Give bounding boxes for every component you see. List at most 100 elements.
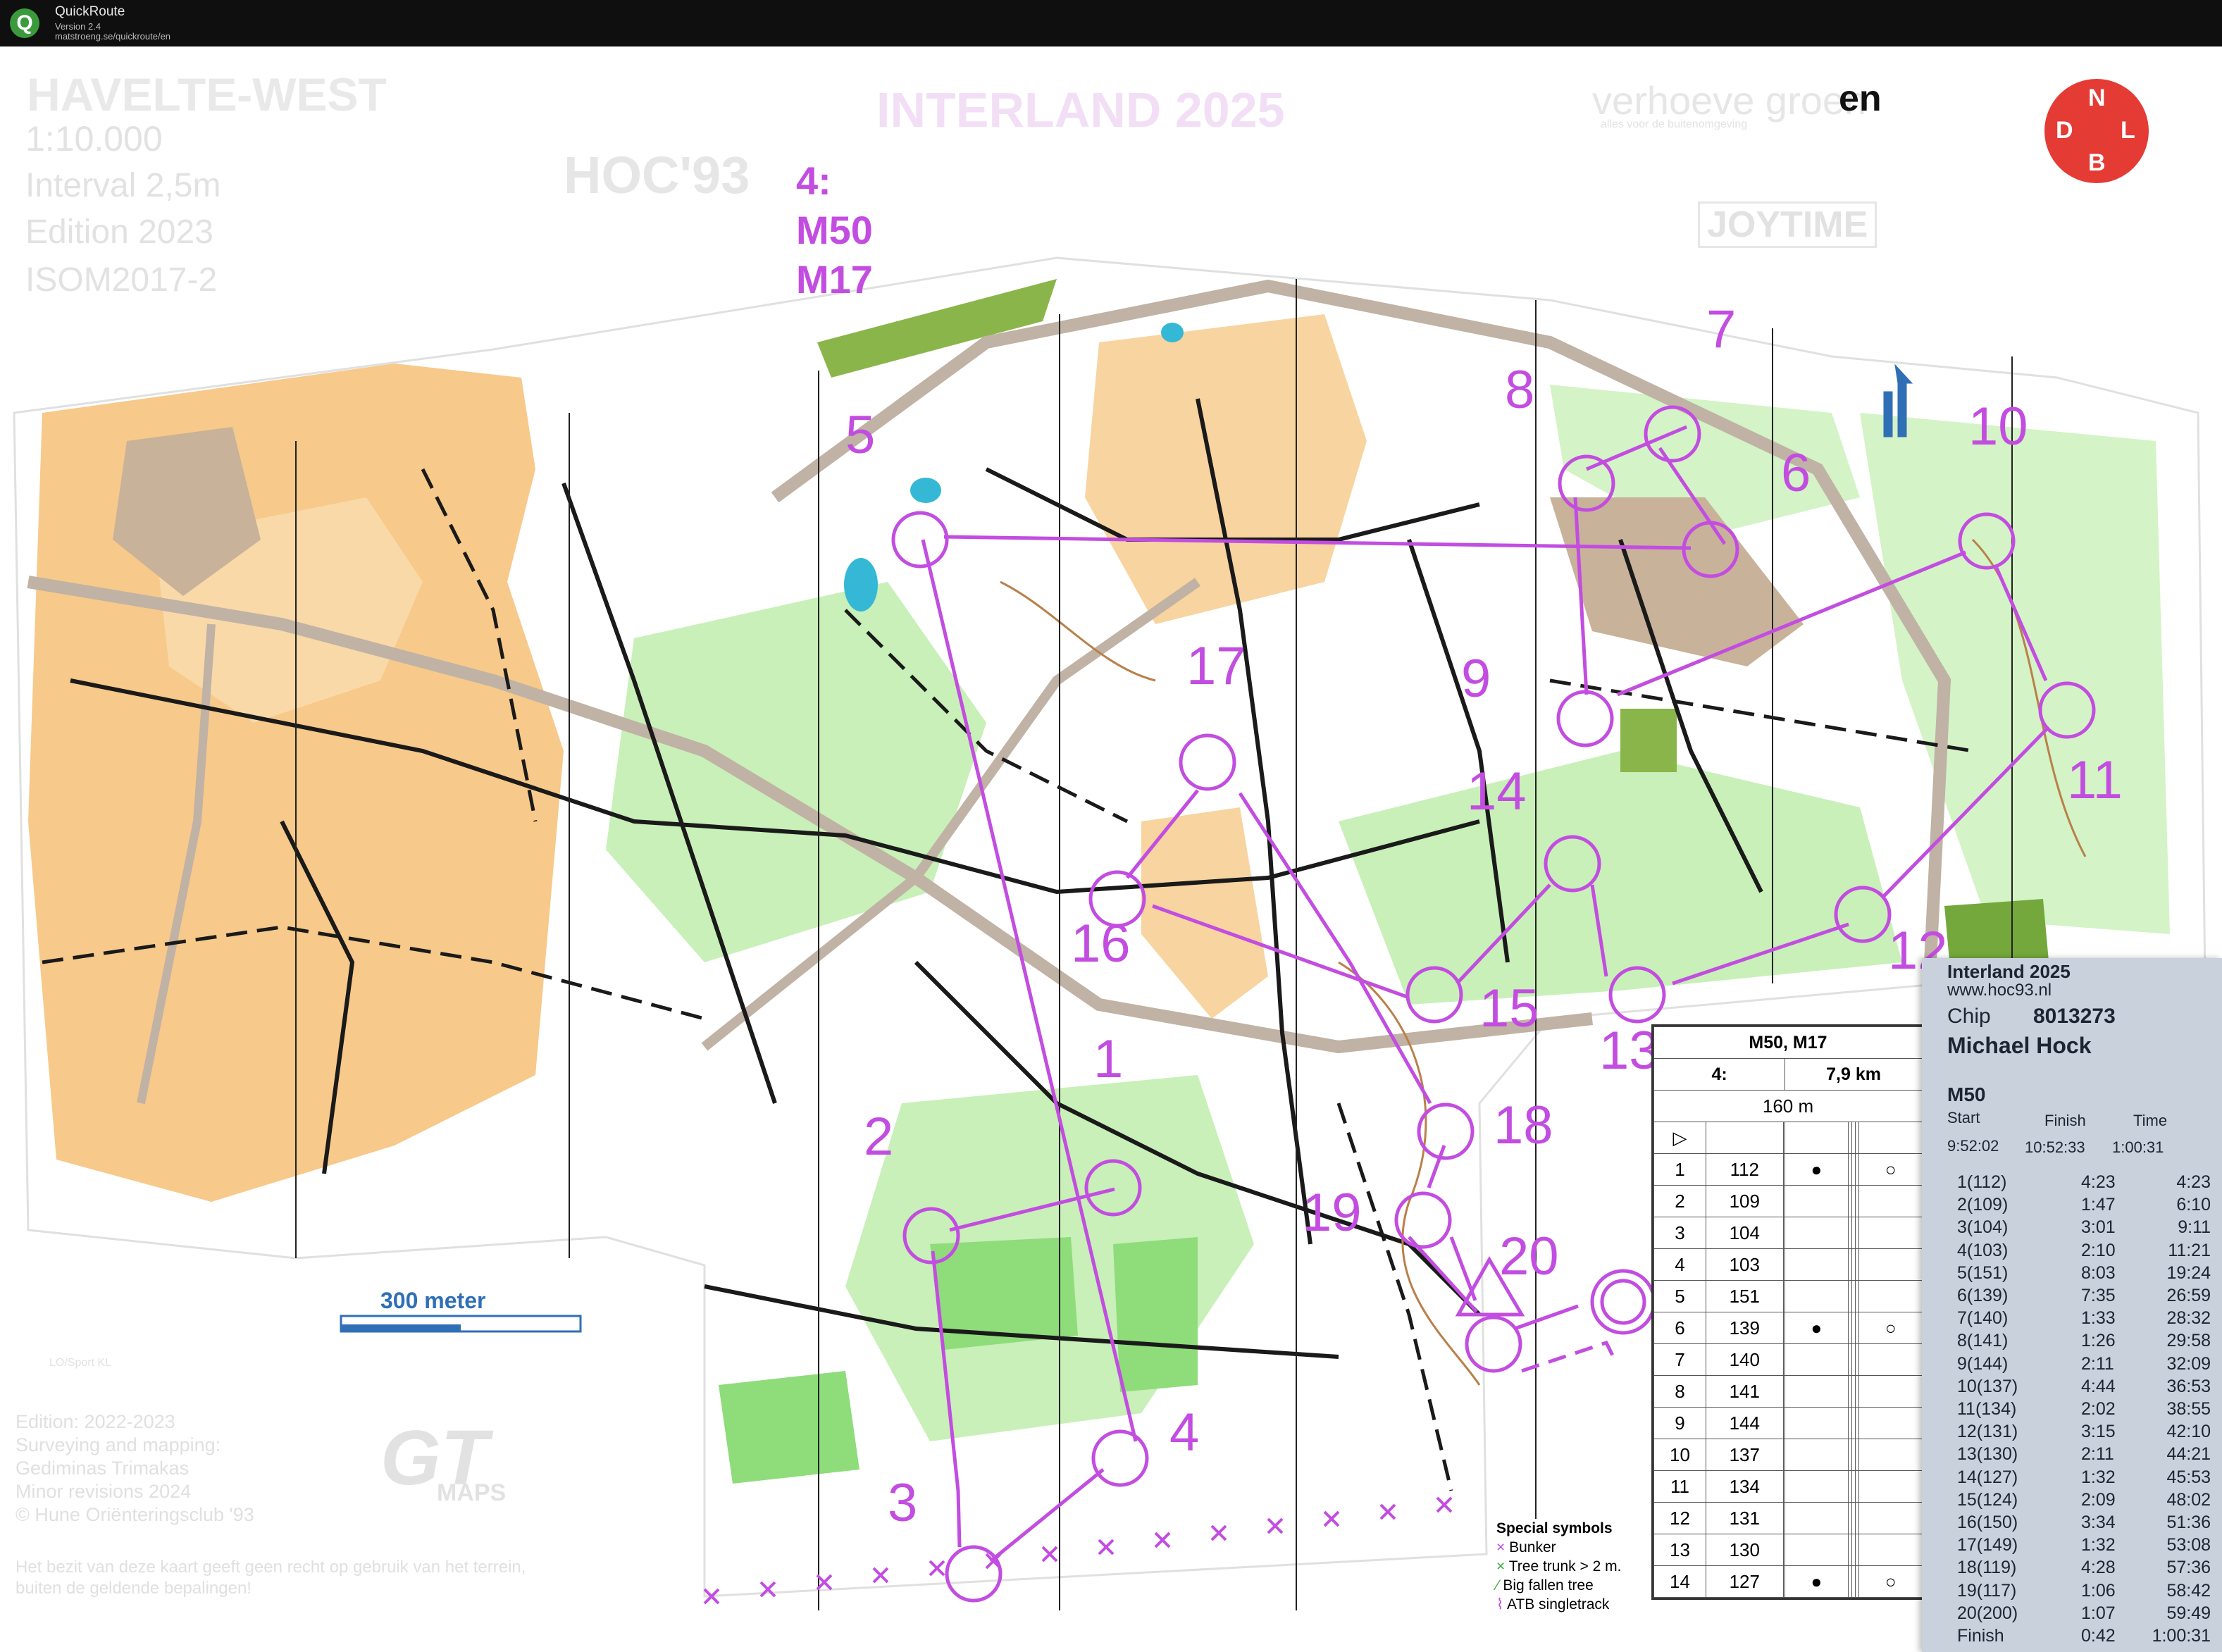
app-url: matstroeng.se/quickroute/en xyxy=(55,31,171,42)
split-total-time: 28:32 xyxy=(2166,1308,2211,1329)
control-number-7: 7 xyxy=(1706,299,1737,359)
split-row: 13(130) 2:11 44:21 xyxy=(1957,1444,2211,1467)
split-leg-time: 7:35 xyxy=(2081,1286,2116,1305)
split-total-time: 53:08 xyxy=(2166,1535,2211,1555)
split-total-time: 32:09 xyxy=(2166,1353,2211,1374)
split-row: 8(141) 1:26 29:58 xyxy=(1957,1331,2211,1353)
control-number-9: 9 xyxy=(1461,649,1491,709)
split-row: 16(150) 3:34 51:36 xyxy=(1957,1513,2211,1535)
split-control: 13(130) xyxy=(1957,1444,2018,1465)
split-control: 2(109) xyxy=(1957,1195,2009,1215)
desc-row: 8 141 xyxy=(1653,1375,1923,1408)
split-row: 2(109) 1:47 6:10 xyxy=(1957,1195,2211,1217)
split-total-time: 29:58 xyxy=(2166,1331,2211,1351)
desc-row: 11 134 xyxy=(1653,1470,1923,1503)
control-number-2: 2 xyxy=(864,1107,894,1167)
split-row: 15(124) 2:09 48:02 xyxy=(1957,1490,2211,1513)
split-row: 5(151) 8:03 19:24 xyxy=(1957,1263,2211,1286)
split-control: 15(124) xyxy=(1957,1489,2018,1510)
split-row: Finish 0:42 1:00:31 xyxy=(1957,1626,2211,1648)
club-logo-hoc93: HOC'93 xyxy=(564,146,750,204)
split-leg-time: 1:32 xyxy=(2081,1535,2116,1555)
receipt-website: www.hoc93.nl xyxy=(1947,981,2052,1000)
desc-row: 12 131 xyxy=(1653,1502,1923,1534)
split-row: 20(200) 1:07 59:49 xyxy=(1957,1603,2211,1626)
course-class-m50: M50 xyxy=(796,208,873,252)
orienteering-map-canvas[interactable]: HAVELTE-WEST 1:10.000 Interval 2,5m Edit… xyxy=(0,46,2222,1652)
split-leg-time: 1:26 xyxy=(2081,1331,2116,1351)
split-leg-time: 8:03 xyxy=(2081,1262,2116,1283)
split-total-time: 26:59 xyxy=(2166,1286,2211,1305)
split-row: 14(127) 1:32 45:53 xyxy=(1957,1467,2211,1490)
split-total-time: 58:42 xyxy=(2166,1580,2211,1601)
split-leg-time: 2:11 xyxy=(2081,1353,2114,1374)
receipt-time-label: Time xyxy=(2133,1112,2168,1129)
control-number-6: 6 xyxy=(1781,443,1811,503)
split-row: 9(144) 2:11 32:09 xyxy=(1957,1354,2211,1377)
receipt-start: 9:52:02 xyxy=(1947,1137,1999,1155)
split-control: 9(144) xyxy=(1957,1353,2009,1374)
app-version: Version 2.4 xyxy=(55,21,101,32)
desc-row: 2 109 xyxy=(1653,1185,1923,1217)
split-total-time: 38:55 xyxy=(2166,1399,2211,1419)
split-control: 8(141) xyxy=(1957,1331,2009,1351)
footer-line-4: Minor revisions 2024 xyxy=(15,1481,192,1502)
split-control: 18(119) xyxy=(1957,1558,2017,1578)
flag-letter-d: D xyxy=(2056,117,2073,144)
sponsor-suffix: en xyxy=(1839,78,1882,119)
receipt-time: 1:00:31 xyxy=(2112,1138,2164,1156)
split-control: 14(127) xyxy=(1957,1467,2018,1487)
split-leg-time: 3:01 xyxy=(2081,1217,2116,1238)
desc-row: 3 104 xyxy=(1653,1217,1923,1249)
split-control: 20(200) xyxy=(1957,1603,2018,1623)
flag-letter-b: B xyxy=(2088,149,2106,176)
control-number-18: 18 xyxy=(1494,1095,1553,1155)
split-leg-time: 1:06 xyxy=(2081,1580,2116,1601)
map-interval: Interval 2,5m xyxy=(25,167,221,204)
split-control: 3(104) xyxy=(1957,1217,2009,1238)
gt-maps-sub: MAPS xyxy=(437,1479,507,1506)
receipt-chip-label: Chip xyxy=(1947,1005,1991,1028)
split-control: 19(117) xyxy=(1957,1580,2017,1601)
split-row: 10(137) 4:44 36:53 xyxy=(1957,1377,2211,1399)
receipt-chip-number: 8013273 xyxy=(2033,1005,2116,1028)
split-control: 4(103) xyxy=(1957,1240,2009,1260)
desc-row: 6 139 ● ○ xyxy=(1653,1312,1923,1344)
receipt-finish: 10:52:33 xyxy=(2025,1138,2085,1156)
split-leg-time: 1:33 xyxy=(2081,1308,2116,1329)
split-leg-time: 1:32 xyxy=(2081,1467,2116,1487)
control-number-11: 11 xyxy=(2067,750,2123,810)
control-number-15: 15 xyxy=(1479,979,1539,1038)
footer-line-2: Surveying and mapping: xyxy=(15,1434,221,1455)
split-row: 11(134) 2:02 38:55 xyxy=(1957,1399,2211,1422)
split-control: 5(151) xyxy=(1957,1262,2009,1283)
sponsor-logo: verhoeve groen xyxy=(1592,78,1867,123)
desc-row: 10 137 xyxy=(1653,1439,1923,1471)
course-class-m17: M17 xyxy=(796,257,873,302)
disclaimer-line-2: buiten de geldende bepalingen! xyxy=(15,1579,252,1598)
desc-course: 4: xyxy=(1653,1058,1786,1091)
split-control: 1(112) xyxy=(1957,1172,2007,1192)
window-titlebar: Q QuickRoute Version 2.4 matstroeng.se/q… xyxy=(0,0,2222,46)
legend-item: × Tree trunk > 2 m. xyxy=(1496,1558,1622,1575)
split-total-time: 57:36 xyxy=(2166,1558,2211,1578)
receipt-finish-label: Finish xyxy=(2044,1112,2086,1129)
desc-row: 13 130 xyxy=(1653,1534,1923,1566)
split-total-time: 36:53 xyxy=(2166,1376,2211,1396)
split-total-time: 1:00:31 xyxy=(2152,1626,2211,1646)
split-control: 16(150) xyxy=(1957,1513,2018,1532)
split-total-time: 51:36 xyxy=(2166,1513,2211,1532)
footer-line-5: © Hune Oriënteringsclub '93 xyxy=(15,1504,254,1525)
split-row: 3(104) 3:01 9:11 xyxy=(1957,1217,2211,1240)
split-leg-time: 3:34 xyxy=(2081,1513,2116,1532)
control-number-5: 5 xyxy=(845,405,876,465)
control-description-sheet: M50, M17 4: 7,9 km 160 m ▷ 1 112 ● ○ 2 109 3… xyxy=(1651,1024,1925,1600)
desc-row: 4 103 xyxy=(1653,1248,1923,1281)
control-number-20: 20 xyxy=(1499,1226,1559,1286)
scale-bar-label: 300 meter xyxy=(380,1288,486,1313)
map-scale: 1:10.000 xyxy=(25,119,163,159)
map-title: HAVELTE-WEST xyxy=(27,68,387,120)
split-total-time: 9:11 xyxy=(2178,1217,2211,1238)
split-leg-time: 4:23 xyxy=(2081,1172,2116,1192)
split-leg-time: 4:44 xyxy=(2081,1376,2116,1396)
